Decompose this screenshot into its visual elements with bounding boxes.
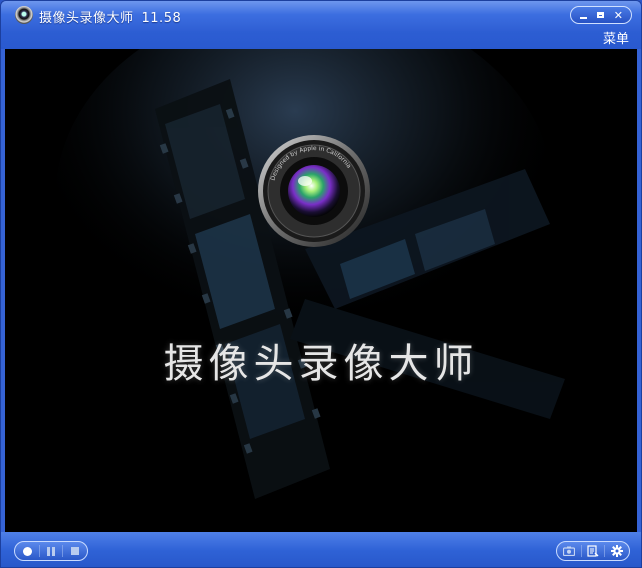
- maximize-button[interactable]: [594, 8, 608, 22]
- minimize-button[interactable]: [577, 8, 591, 22]
- pause-button[interactable]: [42, 543, 60, 559]
- lens-graphic: Designed by Apple in California: [258, 135, 370, 247]
- record-icon: [22, 546, 32, 556]
- window-controls: ✕: [570, 6, 632, 24]
- gear-icon: [610, 545, 623, 557]
- close-icon: ✕: [613, 8, 623, 22]
- camera-icon: [563, 546, 576, 556]
- record-button[interactable]: [18, 543, 36, 559]
- video-preview[interactable]: Designed by Apple in California 摄像头录像大师: [5, 49, 637, 532]
- webcam-icon: [15, 6, 33, 24]
- version-text: 11.58: [141, 11, 182, 26]
- stop-icon: [70, 547, 79, 555]
- divider: [38, 545, 40, 557]
- tool-controls: [556, 541, 630, 561]
- pause-icon: [46, 546, 55, 556]
- divider: [604, 545, 606, 557]
- menu-button[interactable]: 菜单: [603, 28, 629, 47]
- divider: [580, 545, 582, 557]
- file-list-button[interactable]: [584, 543, 602, 559]
- app-window: 摄像头录像大师 11.58 ✕ 菜单 Designed by Apple in …: [0, 0, 642, 568]
- window-title: 摄像头录像大师 11.58: [39, 7, 181, 26]
- maximize-icon: [597, 12, 605, 18]
- title-bar[interactable]: 摄像头录像大师 11.58 ✕: [1, 1, 641, 31]
- splash-logo-text: 摄像头录像大师: [163, 341, 479, 387]
- menu-bar: 菜单: [1, 31, 641, 49]
- divider: [62, 545, 64, 557]
- settings-button[interactable]: [608, 543, 626, 559]
- splash-artwork: Designed by Apple in California: [5, 49, 637, 532]
- file-list-icon: [587, 545, 599, 557]
- recording-controls: [14, 541, 88, 561]
- close-button[interactable]: ✕: [611, 8, 625, 22]
- control-bar: [1, 532, 641, 567]
- minimize-icon: [580, 16, 588, 19]
- title-text: 摄像头录像大师: [39, 11, 134, 26]
- snapshot-button[interactable]: [560, 543, 578, 559]
- stop-button[interactable]: [66, 543, 84, 559]
